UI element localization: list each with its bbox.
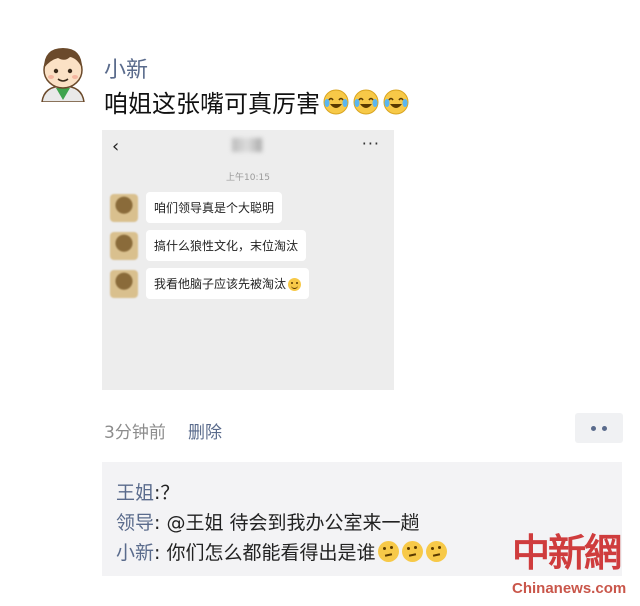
chat-bubble: 咱们领导真是个大聪明: [146, 192, 283, 223]
cartoon-boy-avatar-icon: [32, 40, 94, 102]
commenter-name[interactable]: 领导: [116, 508, 154, 535]
post-text-content: 咱姐这张嘴可真厉害: [104, 90, 320, 118]
chat-message: 我看他脑子应该先被淘汰: [110, 268, 310, 299]
thinking-emoji-icon: [402, 541, 424, 562]
blurred-chat-title: [232, 138, 262, 152]
chat-bubble: 搞什么狼性文化，末位淘汰: [146, 230, 307, 261]
comment-text: : 你们怎么都能看得出是谁: [154, 542, 376, 564]
commenter-name[interactable]: 王姐: [116, 478, 154, 505]
author-name[interactable]: 小新: [104, 52, 148, 84]
chat-timestamp: 上午10:15: [226, 173, 270, 183]
comment-text: :？: [154, 482, 180, 504]
watermark-text: Chinanews.com: [512, 580, 627, 597]
laugh-cry-emoji-icon: [352, 88, 380, 116]
more-dot-icon: [602, 425, 607, 431]
post-text: 咱姐这张嘴可真厉害: [104, 84, 410, 119]
comment-item[interactable]: 小新: 你们怎么都能看得出是谁: [116, 538, 448, 565]
watermark-logo: 中新網: [512, 530, 622, 575]
chat-message: 搞什么狼性文化，末位淘汰: [110, 230, 307, 261]
laugh-cry-emoji-icon: [322, 88, 350, 116]
more-dot-icon: [591, 425, 596, 431]
blurred-avatar: [110, 269, 138, 298]
chat-header: ‹ ···: [102, 130, 394, 166]
blurred-avatar: [110, 231, 138, 260]
blurred-avatar: [110, 193, 138, 222]
laugh-cry-emoji-icon: [382, 88, 410, 116]
smile-emoji-icon: [288, 278, 302, 291]
thinking-emoji-icon: [378, 541, 400, 562]
chat-message: 咱们领导真是个大聪明: [110, 192, 283, 223]
back-icon: ‹: [112, 136, 120, 157]
comment-text: : @王姐 待会到我办公室来一趟: [154, 512, 420, 534]
post-time: 3分钟前: [104, 423, 166, 443]
chat-bubble-text: 我看他脑子应该先被淘汰: [154, 277, 287, 291]
comment-item[interactable]: 领导: @王姐 待会到我办公室来一趟: [116, 508, 420, 535]
comment-item[interactable]: 王姐:？: [116, 478, 179, 505]
chat-bubble: 我看他脑子应该先被淘汰: [146, 268, 310, 299]
chat-screenshot-image[interactable]: ‹ ··· 上午10:15 咱们领导真是个大聪明 搞什么狼性文化，末位淘汰 我看…: [102, 130, 394, 390]
more-icon: ···: [361, 134, 380, 153]
commenter-name[interactable]: 小新: [116, 538, 154, 565]
avatar[interactable]: [32, 40, 94, 102]
thinking-emoji-icon: [426, 541, 448, 562]
delete-link[interactable]: 删除: [188, 418, 222, 443]
like-comment-button[interactable]: [575, 413, 623, 443]
